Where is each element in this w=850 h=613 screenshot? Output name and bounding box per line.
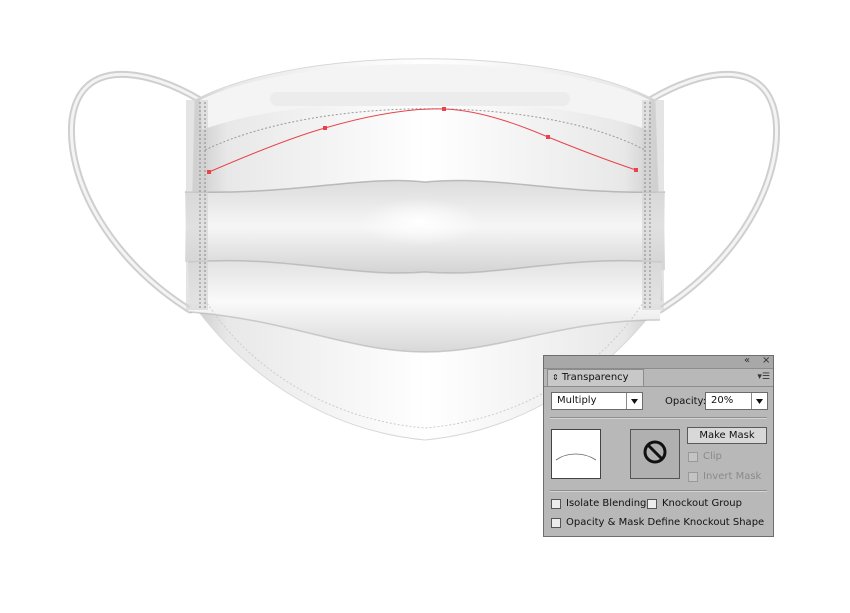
transparency-panel: « × ⇕ Transparency ▾☰ Multiply Opacity: … [543,355,774,537]
blend-mode-select[interactable]: Multiply [551,392,643,410]
anchor-point[interactable] [546,135,550,139]
clip-label: Clip [703,451,722,462]
divider [550,490,767,491]
dropdown-arrow-icon[interactable] [626,393,642,409]
double-chevron-left-icon[interactable]: « [744,354,750,368]
anchor-point[interactable] [634,168,638,172]
opacity-mask-knockout-label: Opacity & Mask Define Knockout Shape [566,517,765,528]
tab-transparency[interactable]: ⇕ Transparency [547,369,644,386]
make-mask-button[interactable]: Make Mask [687,427,767,444]
opacity-value: 20% [711,395,734,406]
isolate-blending-checkbox[interactable] [551,499,561,509]
opacity-mask-knockout-checkbox[interactable] [551,518,561,528]
anchor-point[interactable] [323,126,327,130]
up-down-arrows-icon: ⇕ [552,373,559,382]
clip-checkbox[interactable] [688,452,698,462]
opacity-field[interactable]: 20% [705,392,768,410]
close-icon[interactable]: × [762,354,770,368]
tab-label: Transparency [561,372,629,383]
no-symbol-icon [642,439,668,469]
mask-thumbnail[interactable] [630,429,680,479]
knockout-group-label: Knockout Group [662,498,742,509]
panel-title-bar[interactable]: « × [544,354,773,369]
tab-divider [544,386,773,387]
opacity-label: Opacity: [665,396,707,407]
invert-mask-checkbox[interactable] [688,472,698,482]
knockout-group-checkbox[interactable] [647,499,657,509]
right-ear-loop-highlight [648,72,779,312]
top-highlight [270,92,570,106]
left-ear-loop-highlight [69,72,202,312]
invert-mask-label: Invert Mask [703,471,762,482]
right-ear-loop [646,70,781,314]
pleat-glow [360,198,480,246]
anchor-point[interactable] [442,107,446,111]
artwork-thumbnail[interactable] [551,429,601,479]
panel-menu-icon[interactable]: ▾☰ [757,370,770,384]
anchor-point[interactable] [207,170,211,174]
divider [550,417,767,418]
left-ear-loop [67,70,204,314]
isolate-blending-label: Isolate Blending [566,498,647,509]
dropdown-arrow-icon[interactable] [751,393,767,409]
blend-mode-value: Multiply [557,395,597,406]
